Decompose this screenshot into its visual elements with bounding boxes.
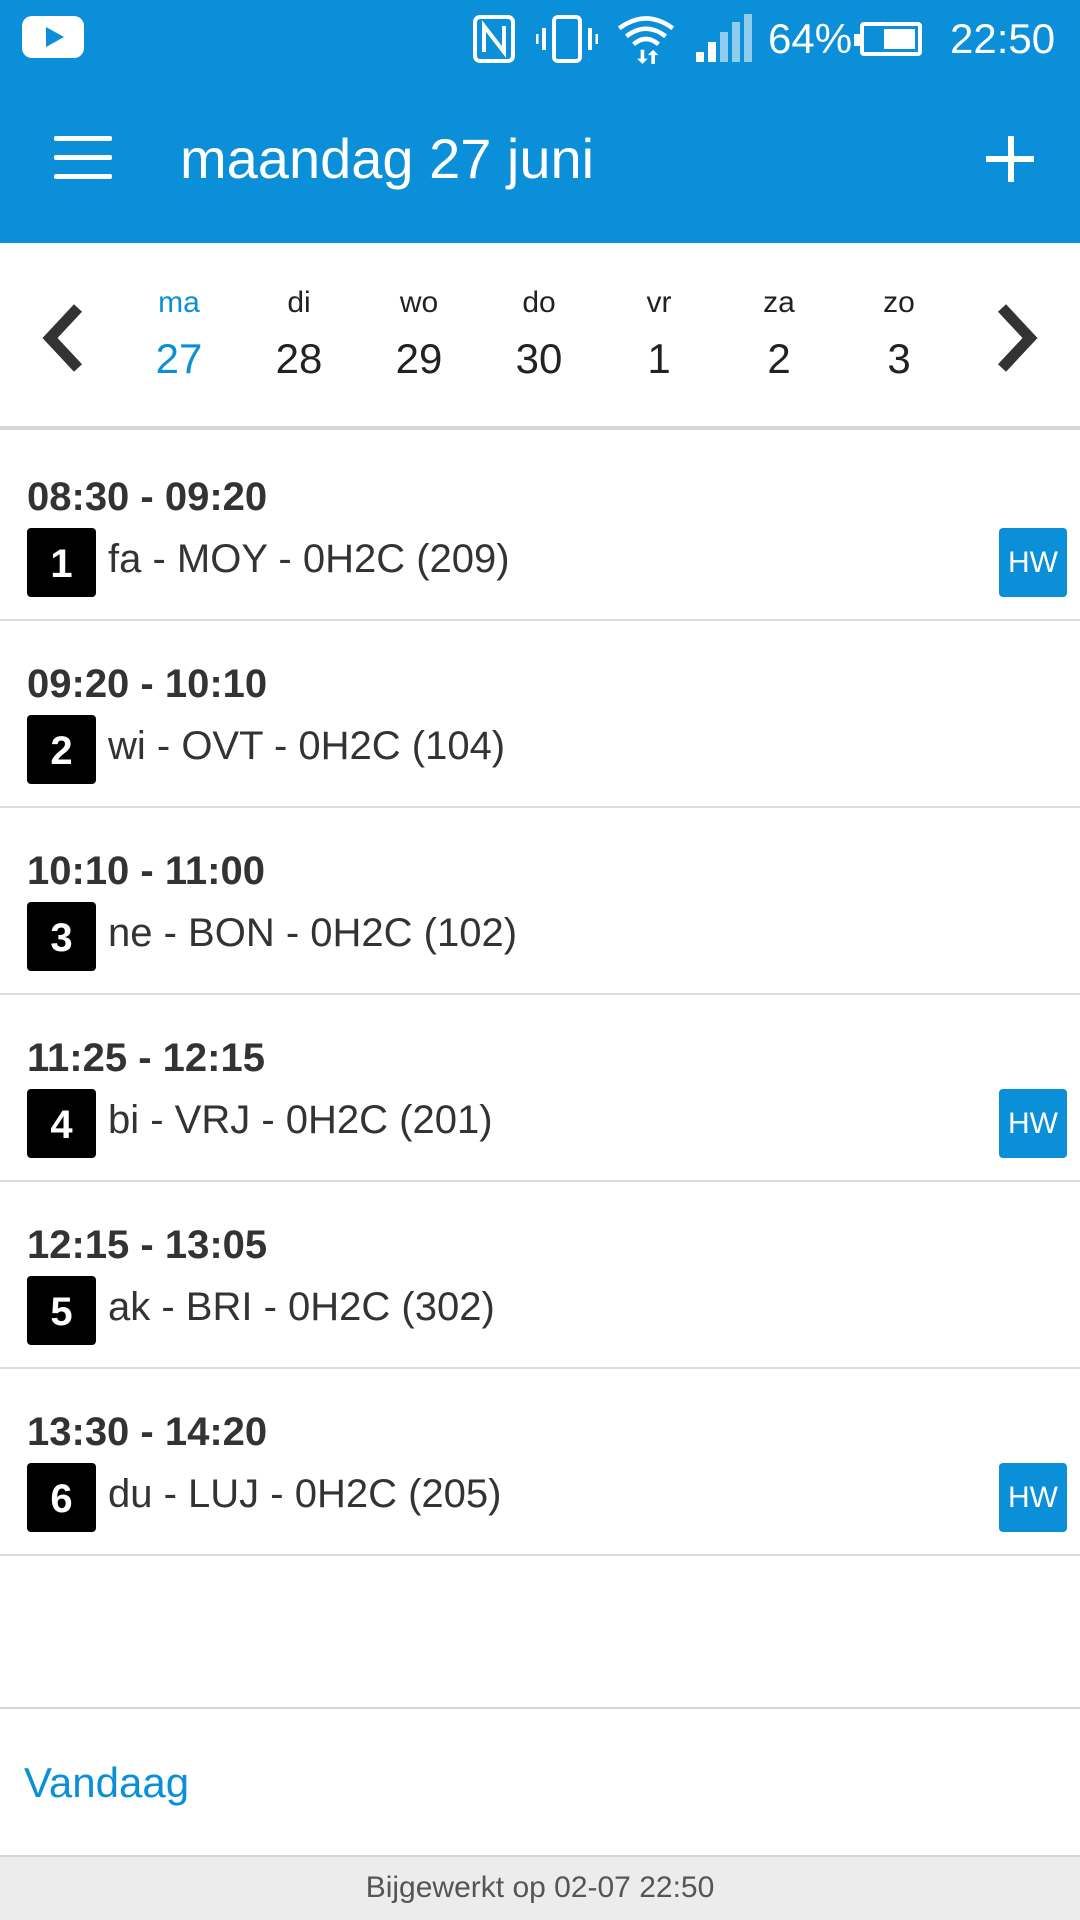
lesson-description: ak - BRI - 0H2C (302)	[108, 1285, 495, 1329]
clock: 22:50	[950, 15, 1056, 62]
day-name: ma	[158, 286, 200, 319]
lesson-description: fa - MOY - 0H2C (209)	[108, 537, 510, 581]
lesson-row[interactable]: 08:30 - 09:20 1 fa - MOY - 0H2C (209) HW	[0, 434, 1080, 621]
signal-icon	[696, 14, 752, 62]
lesson-time: 10:10 - 11:00	[27, 849, 265, 893]
lesson-number-badge: 6	[27, 1463, 96, 1532]
lesson-row[interactable]: 12:15 - 13:05 5 ak - BRI - 0H2C (302)	[0, 1182, 1080, 1369]
lesson-number-badge: 5	[27, 1276, 96, 1345]
lesson-description: wi - OVT - 0H2C (104)	[108, 724, 506, 768]
vibrate-icon	[536, 15, 598, 63]
last-updated-text: Bijgewerkt op 02-07 22:50	[0, 1855, 1080, 1920]
day-zo[interactable]: zo 3	[844, 283, 954, 389]
homework-badge[interactable]: HW	[999, 528, 1067, 597]
lesson-description: du - LUJ - 0H2C (205)	[108, 1472, 502, 1516]
battery-percent: 64%	[768, 15, 853, 62]
hamburger-menu-icon[interactable]	[54, 136, 112, 180]
battery-level-fill	[884, 29, 915, 49]
lesson-number-badge: 2	[27, 715, 96, 784]
lesson-time: 09:20 - 10:10	[27, 662, 268, 706]
lesson-row[interactable]: 10:10 - 11:00 3 ne - BON - 0H2C (102)	[0, 808, 1080, 995]
day-name: wo	[399, 286, 439, 319]
week-strip: ma 27 di 28 wo 29 do 30 vr 1 za 2 zo 3	[0, 243, 1080, 430]
plus-icon[interactable]	[982, 132, 1038, 188]
day-name: zo	[883, 286, 915, 319]
day-date: 30	[515, 335, 563, 382]
lesson-number-badge: 4	[27, 1089, 96, 1158]
nfc-icon	[473, 15, 515, 63]
status-bar: 64% 22:50	[0, 0, 1080, 78]
wifi-icon	[617, 16, 675, 64]
page-title: maandag 27 juni	[180, 127, 595, 190]
top-bar: 64% 22:50 maandag 27 juni	[0, 0, 1080, 243]
chevron-left-icon	[42, 304, 83, 372]
day-wo[interactable]: wo 29	[364, 283, 474, 389]
day-name: vr	[646, 286, 672, 319]
day-name: di	[287, 286, 311, 319]
lesson-number-badge: 3	[27, 902, 96, 971]
footer-divider	[0, 1707, 1080, 1709]
lesson-row[interactable]: 09:20 - 10:10 2 wi - OVT - 0H2C (104)	[0, 621, 1080, 808]
day-name: do	[522, 286, 556, 319]
app-bar: maandag 27 juni	[0, 78, 1080, 243]
day-date: 1	[647, 335, 671, 382]
today-button[interactable]: Vandaag	[24, 1756, 189, 1810]
day-date: 3	[887, 335, 911, 382]
chevron-right-icon	[997, 304, 1038, 372]
previous-week-button[interactable]	[28, 298, 98, 378]
lesson-time: 13:30 - 14:20	[27, 1410, 268, 1454]
day-di[interactable]: di 28	[244, 283, 354, 389]
battery-icon	[854, 22, 922, 56]
lesson-list: 08:30 - 09:20 1 fa - MOY - 0H2C (209) HW 09:…	[0, 434, 1080, 1556]
homework-badge[interactable]: HW	[999, 1463, 1067, 1532]
day-vr[interactable]: vr 1	[604, 283, 714, 389]
day-ma[interactable]: ma 27	[124, 283, 234, 389]
day-date: 2	[767, 335, 791, 382]
lesson-description: ne - BON - 0H2C (102)	[108, 911, 518, 955]
lesson-time: 11:25 - 12:15	[27, 1036, 265, 1080]
day-date: 29	[395, 335, 443, 382]
lesson-description: bi - VRJ - 0H2C (201)	[108, 1098, 493, 1142]
lesson-number-badge: 1	[27, 528, 96, 597]
lesson-row[interactable]: 13:30 - 14:20 6 du - LUJ - 0H2C (205) HW	[0, 1369, 1080, 1556]
day-name: za	[763, 286, 795, 319]
youtube-icon	[22, 16, 84, 58]
day-date: 27	[155, 335, 203, 382]
homework-badge[interactable]: HW	[999, 1089, 1067, 1158]
day-date: 28	[275, 335, 323, 382]
lesson-time: 12:15 - 13:05	[27, 1223, 268, 1267]
day-za[interactable]: za 2	[724, 283, 834, 389]
lesson-row[interactable]: 11:25 - 12:15 4 bi - VRJ - 0H2C (201) HW	[0, 995, 1080, 1182]
lesson-time: 08:30 - 09:20	[27, 475, 268, 519]
next-week-button[interactable]	[982, 298, 1052, 378]
day-do[interactable]: do 30	[484, 283, 594, 389]
